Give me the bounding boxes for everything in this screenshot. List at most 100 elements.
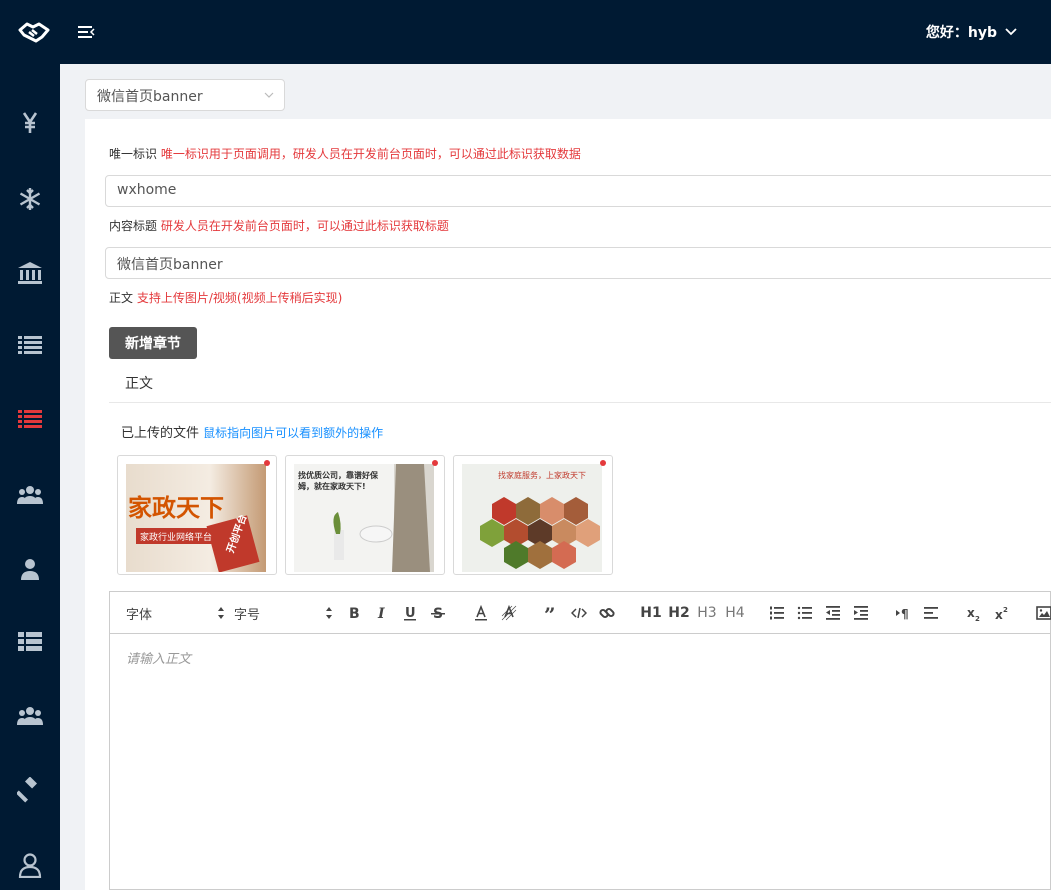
chevron-down-icon xyxy=(1005,28,1017,36)
uploaded-image-3[interactable]: 找家庭服务，上家政天下 xyxy=(453,455,613,575)
gavel-icon xyxy=(17,777,38,803)
text-direction-button[interactable]: ¶ xyxy=(894,604,912,622)
sidebar-item-snowflake[interactable] xyxy=(0,175,60,223)
italic-icon: I xyxy=(377,606,385,621)
key-label-row: 唯一标识 唯一标识用于页面调用，研发人员在开发前台页面时，可以通过此标识获取数据 xyxy=(109,145,581,162)
bullet-list-icon xyxy=(797,606,812,620)
heading-2-button[interactable]: H2 xyxy=(668,604,690,622)
greeting-text: 您好：hyb xyxy=(925,25,997,41)
tab-body[interactable]: 正文 xyxy=(125,373,153,393)
svg-text:2: 2 xyxy=(975,615,980,621)
background-color-icon xyxy=(501,605,517,621)
category-select-value: 微信首页banner xyxy=(97,89,203,105)
sidebar-item-list[interactable] xyxy=(0,321,60,369)
outdent-icon xyxy=(826,606,840,620)
code-icon xyxy=(571,607,587,619)
sidebar-item-finance[interactable] xyxy=(0,99,60,147)
background-color-button[interactable] xyxy=(500,604,518,622)
title-label-row: 内容标题 研发人员在开发前台页面时，可以通过此标识获取标题 xyxy=(109,217,449,234)
image-icon xyxy=(1036,606,1051,620)
category-select[interactable]: 微信首页banner xyxy=(85,79,285,111)
uploaded-files-label-row: 已上传的文件 鼠标指向图片可以看到额外的操作 xyxy=(121,422,383,441)
ordered-list-button[interactable] xyxy=(768,604,786,622)
sort-arrows-icon xyxy=(218,607,224,619)
rich-text-editor: 字体 字号 B I U S ” H1 H2 H3 H4 ¶ x 2 x 2 请输… xyxy=(109,591,1051,890)
underline-button[interactable]: U xyxy=(401,604,419,622)
blockquote-button[interactable]: ” xyxy=(542,604,560,622)
banner-image-3: 找家庭服务，上家政天下 xyxy=(462,464,602,572)
uploaded-image-2[interactable]: 找优质公司，靠谱好保姆，就在家政天下! xyxy=(285,455,445,575)
chevron-down-icon xyxy=(264,92,274,98)
key-hint: 唯一标识用于页面调用，研发人员在开发前台页面时，可以通过此标识获取数据 xyxy=(160,147,581,161)
body-label-row: 正文 支持上传图片/视频(视频上传稍后实现) xyxy=(109,289,342,306)
sidebar-item-users[interactable] xyxy=(0,471,60,519)
bullet-list-button[interactable] xyxy=(796,604,814,622)
svg-text:2: 2 xyxy=(1003,606,1008,614)
subscript-button[interactable]: x2 xyxy=(965,604,983,622)
sidebar-item-users-alt[interactable] xyxy=(0,692,60,740)
key-label: 唯一标识 xyxy=(109,147,158,161)
svg-text:找家庭服务，上家政天下: 找家庭服务，上家政天下 xyxy=(498,470,586,480)
sidebar-item-bank[interactable] xyxy=(0,249,60,297)
sidebar-item-list-alt[interactable] xyxy=(0,618,60,666)
indent-button[interactable] xyxy=(852,604,870,622)
key-input[interactable]: wxhome xyxy=(105,175,1051,207)
title-label: 内容标题 xyxy=(109,219,158,233)
font-color-button[interactable] xyxy=(472,604,490,622)
main-content: 微信首页banner 唯一标识 唯一标识用于页面调用，研发人员在开发前台页面时，… xyxy=(60,64,1051,890)
font-family-label: 字体 xyxy=(126,607,153,623)
svg-text:x: x xyxy=(995,608,1003,621)
font-family-select[interactable]: 字体 xyxy=(126,604,226,623)
heading-4-button[interactable]: H4 xyxy=(724,604,746,622)
image-status-dot xyxy=(600,460,606,466)
bank-icon xyxy=(18,262,42,284)
uploaded-image-1[interactable]: 家政天下 家政行业网络平台 开创平台 xyxy=(117,455,277,575)
align-button[interactable] xyxy=(922,604,940,622)
svg-text:”: ” xyxy=(544,605,556,621)
svg-text:家政天下: 家政天下 xyxy=(128,494,224,522)
strike-button[interactable]: S xyxy=(429,604,447,622)
svg-text:家政行业网络平台: 家政行业网络平台 xyxy=(140,531,212,543)
svg-text:x: x xyxy=(967,606,975,620)
uploaded-files-hint: 鼠标指向图片可以看到额外的操作 xyxy=(203,426,384,440)
superscript-icon: x2 xyxy=(995,606,1008,621)
list-alt-icon xyxy=(18,632,42,651)
indent-icon xyxy=(854,606,868,620)
content-form-card: 唯一标识 唯一标识用于页面调用，研发人员在开发前台页面时，可以通过此标识获取数据… xyxy=(85,119,1051,890)
heading-3-button[interactable]: H3 xyxy=(696,604,718,622)
superscript-button[interactable]: x2 xyxy=(993,604,1011,622)
banner-image-1: 家政天下 家政行业网络平台 开创平台 xyxy=(126,464,266,572)
quote-icon: ” xyxy=(544,605,556,621)
ordered-list-icon xyxy=(770,606,784,620)
svg-text:B: B xyxy=(349,606,360,621)
snowflake-icon xyxy=(19,188,41,210)
svg-text:¶: ¶ xyxy=(901,607,909,621)
title-input[interactable]: 微信首页banner xyxy=(105,247,1051,279)
font-size-select[interactable]: 字号 xyxy=(234,604,334,623)
editor-placeholder[interactable]: 请输入正文 xyxy=(126,648,191,667)
sidebar-item-list-active[interactable] xyxy=(0,395,60,443)
list-active-icon xyxy=(18,410,42,428)
user-icon xyxy=(21,559,39,580)
code-button[interactable] xyxy=(570,604,588,622)
outdent-button[interactable] xyxy=(824,604,842,622)
user-menu[interactable]: 您好：hyb xyxy=(926,22,1017,42)
menu-toggle-icon[interactable] xyxy=(76,22,96,42)
bold-button[interactable]: B xyxy=(345,604,363,622)
subscript-icon: x2 xyxy=(967,606,980,621)
italic-button[interactable]: I xyxy=(373,604,391,622)
bold-icon: B xyxy=(349,606,360,621)
strikethrough-icon: S xyxy=(431,606,445,621)
image-button[interactable] xyxy=(1036,604,1051,622)
list-icon xyxy=(18,336,42,354)
link-button[interactable] xyxy=(598,604,616,622)
heading-1-button[interactable]: H1 xyxy=(640,604,662,622)
sidebar-item-gavel[interactable] xyxy=(0,766,60,814)
image-status-dot xyxy=(432,460,438,466)
sidebar-item-user[interactable] xyxy=(0,545,60,593)
add-section-button[interactable]: 新增章节 xyxy=(109,327,197,359)
handshake-logo-icon[interactable] xyxy=(18,18,50,46)
text-direction-icon: ¶ xyxy=(896,607,909,621)
font-color-icon xyxy=(475,605,487,621)
sidebar-item-account[interactable] xyxy=(0,841,60,889)
